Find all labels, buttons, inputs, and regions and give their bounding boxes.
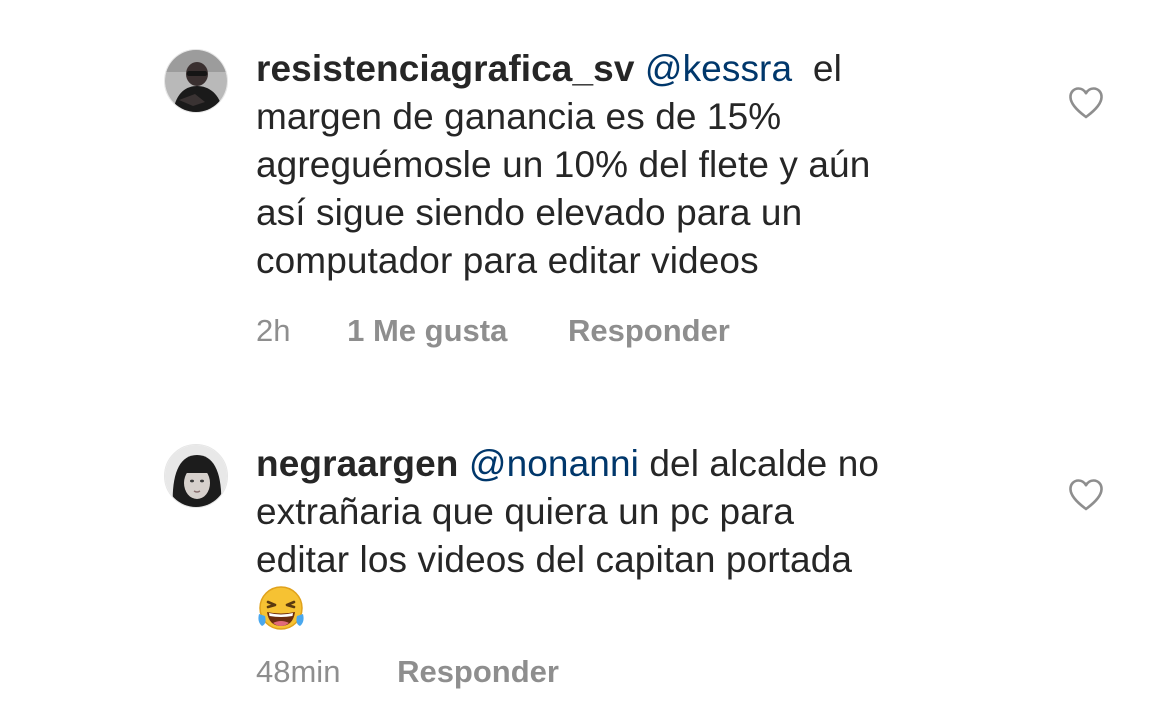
comment-line: agreguémosle un 10% del flete y aún (256, 144, 871, 185)
heart-outline-icon (1069, 87, 1103, 119)
comment-mention[interactable]: @kessra (645, 48, 792, 89)
comment-line: editar los videos del capitan portada (256, 539, 853, 580)
like-button[interactable] (1068, 86, 1104, 120)
avatar[interactable] (164, 444, 228, 508)
comment-username[interactable]: negraargen (256, 443, 459, 484)
comment-line: el (812, 48, 842, 89)
comment-username[interactable]: resistenciagrafica_sv (256, 48, 635, 89)
avatar[interactable] (164, 49, 228, 113)
comment-timestamp: 2h (256, 313, 291, 348)
like-button[interactable] (1068, 478, 1104, 512)
user-avatar-photo (165, 50, 227, 112)
heart-outline-icon (1069, 479, 1103, 511)
comment-meta: 48min Responder (256, 654, 559, 690)
comment-timestamp: 48min (256, 654, 341, 689)
reply-button[interactable]: Responder (397, 654, 559, 690)
comment-line: así sigue siendo elevado para un (256, 192, 803, 233)
laughing-tears-emoji-icon (256, 584, 306, 634)
user-avatar-photo (165, 445, 227, 507)
comment-meta: 2h 1 Me gusta Responder (256, 313, 730, 349)
comment-line: computador para editar videos (256, 240, 759, 281)
comment-line: margen de ganancia es de 15% (256, 96, 782, 137)
comment-text: resistenciagrafica_sv @kessra el margen … (256, 45, 976, 285)
comment-line: extrañaria que quiera un pc para (256, 491, 795, 532)
comment-line: del alcalde no (649, 443, 880, 484)
comment-text: negraargen @nonanni del alcalde no extra… (256, 440, 976, 636)
reply-button[interactable]: Responder (568, 313, 730, 349)
comment-like-count[interactable]: 1 Me gusta (347, 313, 507, 349)
comment-mention[interactable]: @nonanni (469, 443, 639, 484)
